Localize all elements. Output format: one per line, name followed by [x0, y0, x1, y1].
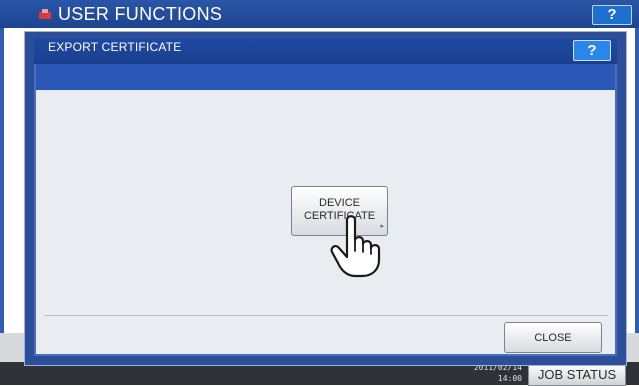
dialog-help-button[interactable]: ?	[573, 40, 611, 61]
device-certificate-label-line1: DEVICE	[319, 197, 360, 209]
user-functions-icon	[39, 9, 51, 19]
main-title: USER FUNCTIONS	[58, 4, 223, 24]
main-help-button[interactable]: ?	[592, 5, 632, 25]
pointing-hand-icon	[330, 215, 381, 278]
job-status-button[interactable]: JOB STATUS	[528, 364, 626, 386]
main-left-edge	[0, 28, 4, 333]
dialog-header-band	[36, 64, 615, 90]
dialog-divider	[44, 315, 608, 316]
dialog-title: EXPORT CERTIFICATE	[48, 40, 182, 54]
close-button[interactable]: CLOSE	[504, 322, 602, 353]
main-right-edge	[635, 28, 639, 333]
clock-time: 14:00	[497, 374, 522, 383]
